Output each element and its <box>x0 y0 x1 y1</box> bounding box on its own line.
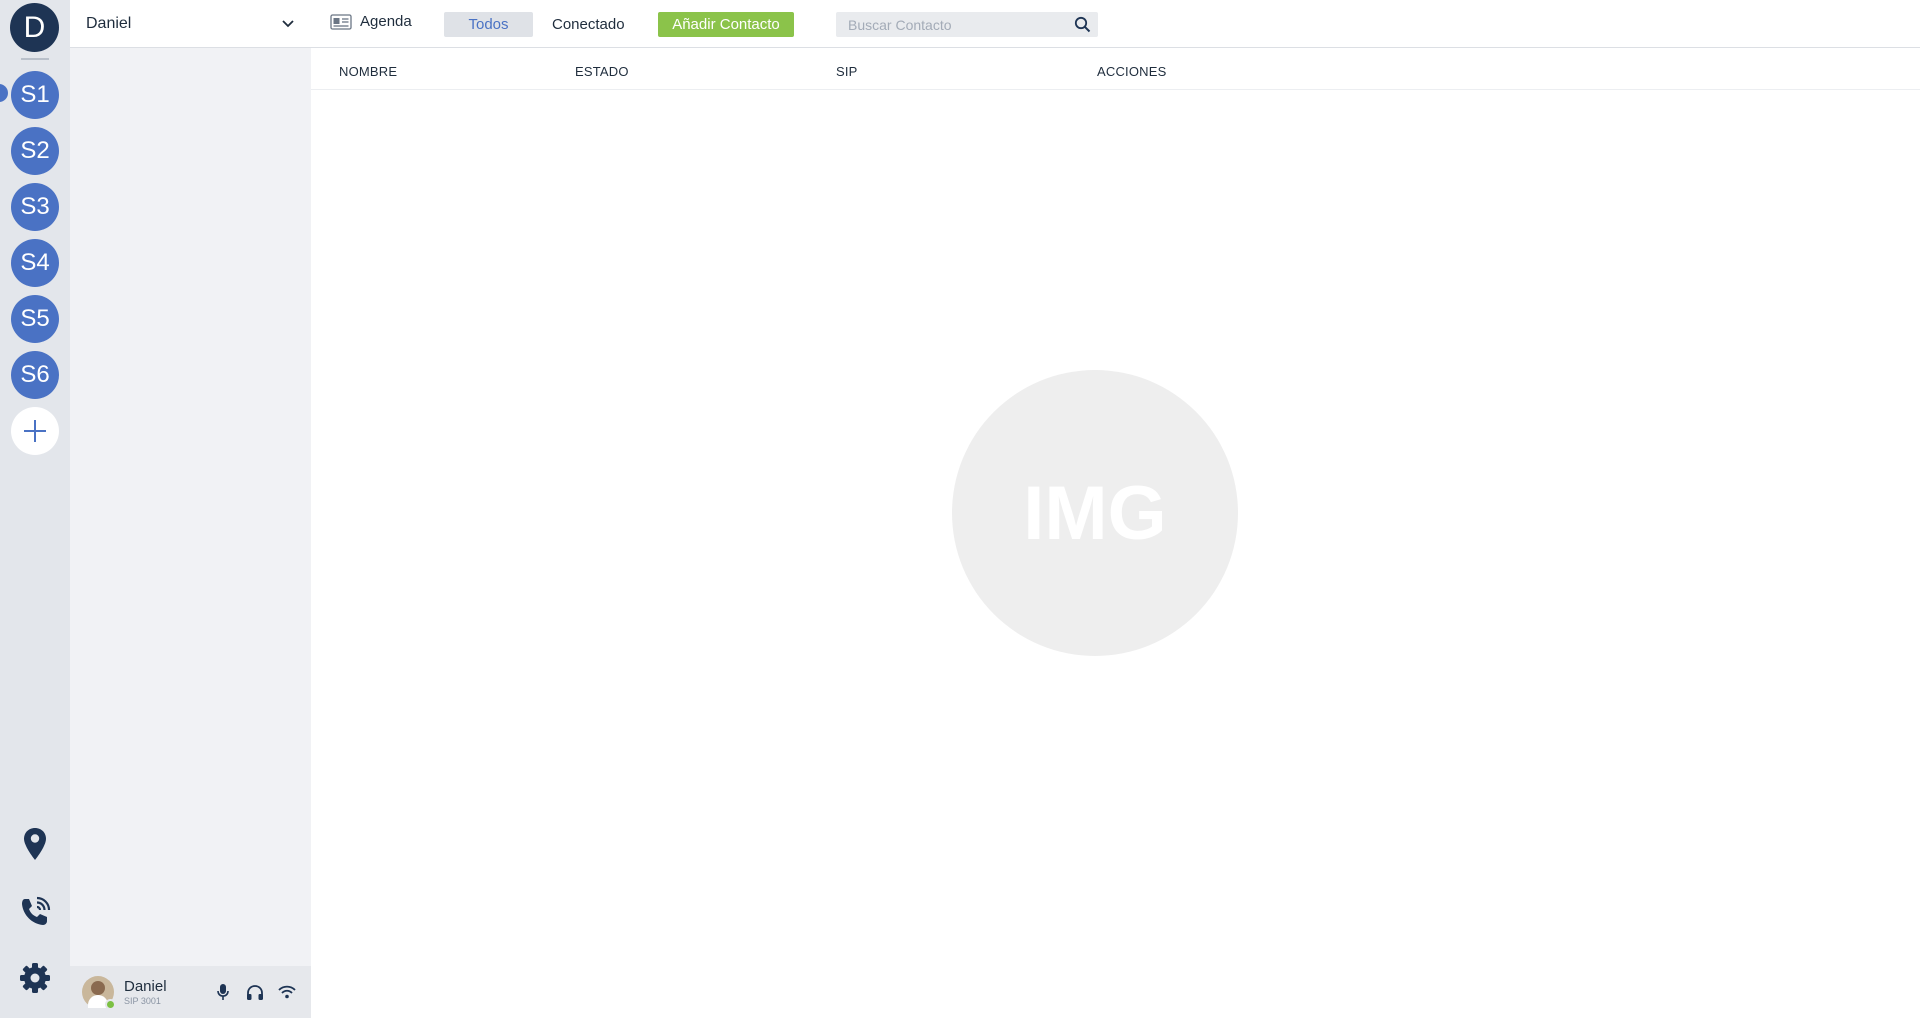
headphones-icon <box>247 984 263 1000</box>
column-header-sip[interactable]: SIP <box>836 64 858 79</box>
connection-status[interactable] <box>275 980 299 1004</box>
headphones-toggle[interactable] <box>243 980 267 1004</box>
avatar[interactable] <box>82 976 116 1010</box>
map-pin-button[interactable] <box>18 827 52 861</box>
active-server-indicator <box>0 84 8 102</box>
user-panel: Daniel SIP 3001 <box>70 966 311 1018</box>
calls-button[interactable] <box>18 895 52 929</box>
empty-state-image: IMG <box>952 370 1238 656</box>
plus-icon <box>24 420 46 442</box>
microphone-icon <box>217 984 229 1000</box>
gear-icon <box>20 963 50 993</box>
search-input[interactable] <box>836 12 1066 37</box>
server-button-s3[interactable]: S3 <box>11 183 59 231</box>
server-button-s2[interactable]: S2 <box>11 127 59 175</box>
server-name: Daniel <box>86 14 132 32</box>
server-label: S4 <box>20 249 50 276</box>
server-label: S2 <box>20 137 50 164</box>
home-server-letter: D <box>23 10 46 44</box>
column-header-acciones[interactable]: ACCIONES <box>1097 64 1167 79</box>
online-status-dot <box>105 999 116 1010</box>
server-label: S5 <box>20 305 50 332</box>
contact-card-icon <box>330 13 352 30</box>
server-button-s6[interactable]: S6 <box>11 351 59 399</box>
user-name: Daniel <box>124 978 167 995</box>
server-name-dropdown[interactable]: Daniel <box>70 0 311 48</box>
map-pin-icon <box>24 828 46 860</box>
server-button-s1[interactable]: S1 <box>11 71 59 119</box>
empty-state-image-text: IMG <box>1023 470 1167 556</box>
rail-divider <box>21 58 49 60</box>
settings-button[interactable] <box>18 961 52 995</box>
tab-conectado[interactable]: Conectado <box>552 12 625 37</box>
phone-calling-icon <box>22 896 51 925</box>
microphone-toggle[interactable] <box>211 980 235 1004</box>
column-header-estado[interactable]: ESTADO <box>575 64 629 79</box>
home-server-button[interactable]: D <box>10 3 59 52</box>
server-label: S6 <box>20 361 50 388</box>
wifi-icon <box>278 985 296 999</box>
server-label: S3 <box>20 193 50 220</box>
column-header-nombre[interactable]: NOMBRE <box>339 64 397 79</box>
server-rail: D S1 S2 S3 S4 S5 S6 <box>0 0 70 1018</box>
main-content: Agenda Todos Conectado Añadir Contacto N… <box>311 0 1920 1018</box>
add-server-button[interactable] <box>11 407 59 455</box>
server-label: S1 <box>20 81 50 108</box>
channel-sidebar: Daniel Daniel SIP 3001 <box>70 0 311 1018</box>
server-button-s5[interactable]: S5 <box>11 295 59 343</box>
chevron-down-icon <box>282 19 294 27</box>
contacts-table-header: NOMBRE ESTADO SIP ACCIONES <box>311 49 1920 90</box>
tab-todos[interactable]: Todos <box>444 12 533 37</box>
agenda-title: Agenda <box>330 13 412 30</box>
server-button-s4[interactable]: S4 <box>11 239 59 287</box>
agenda-label: Agenda <box>360 13 412 30</box>
toolbar: Agenda Todos Conectado Añadir Contacto <box>311 0 1920 48</box>
search-box <box>836 12 1098 37</box>
user-sip: SIP 3001 <box>124 996 161 1006</box>
user-info: Daniel SIP 3001 <box>124 978 203 1006</box>
add-contact-button[interactable]: Añadir Contacto <box>658 12 794 37</box>
search-icon[interactable] <box>1074 16 1091 33</box>
